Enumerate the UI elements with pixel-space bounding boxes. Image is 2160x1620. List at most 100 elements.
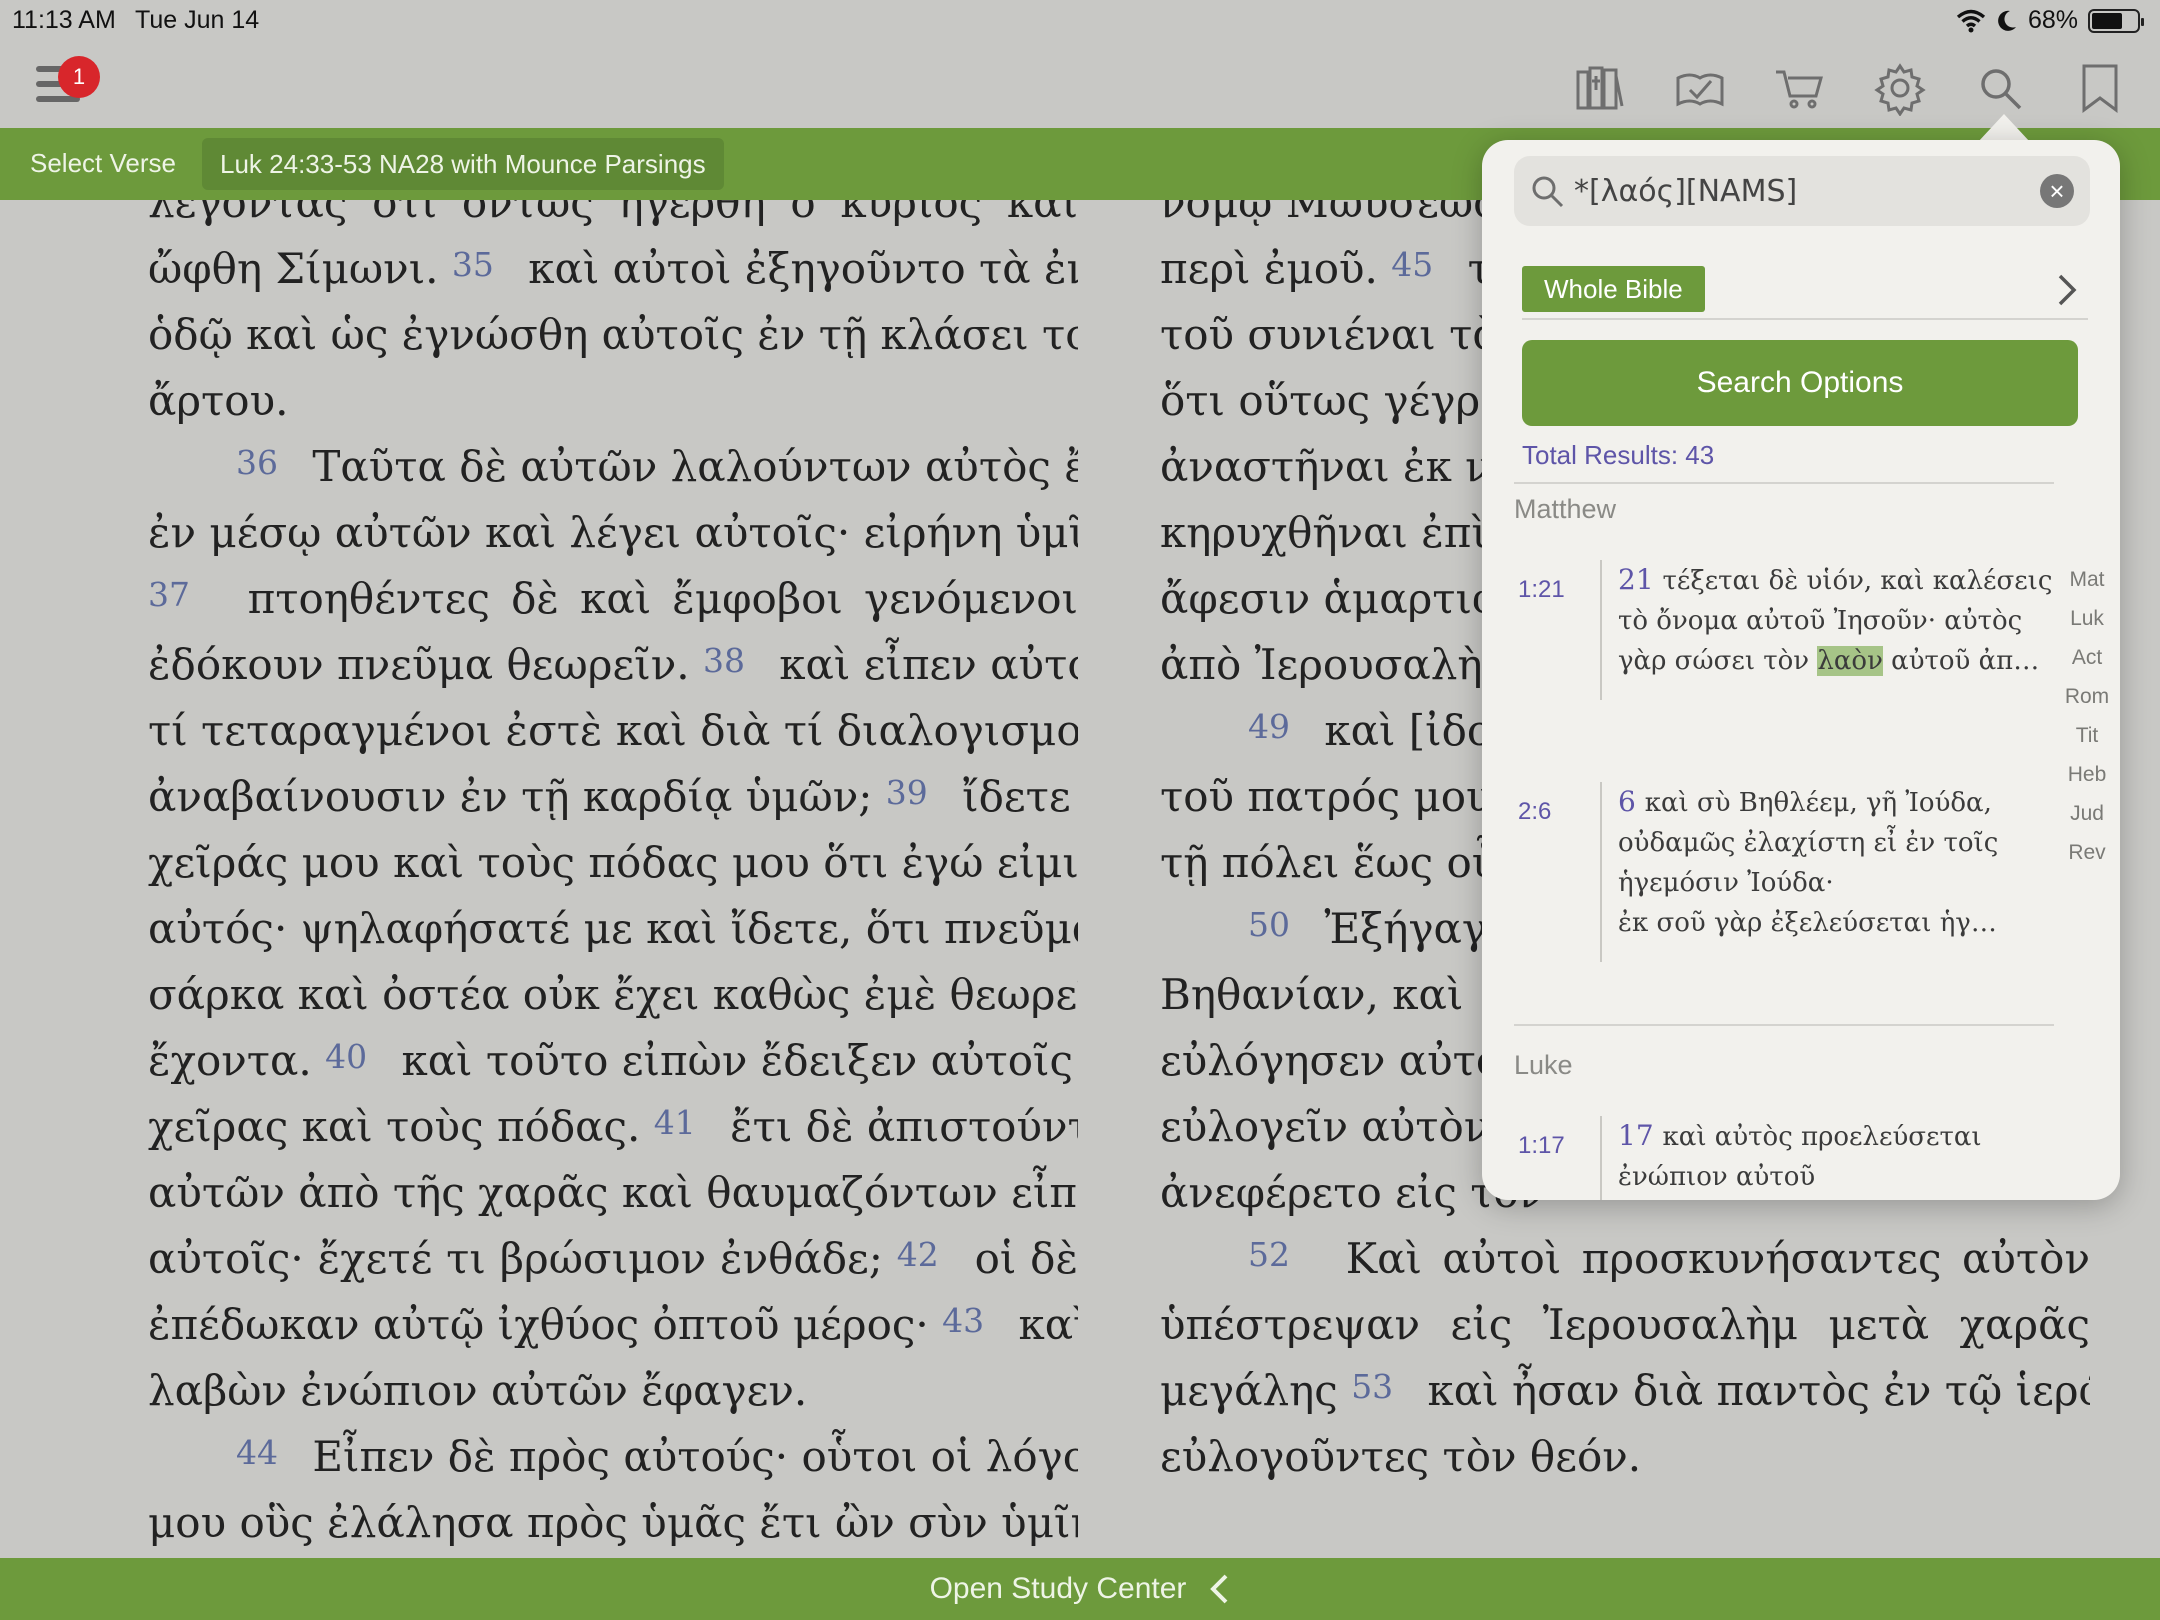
text-line[interactable]: αὐτοῖς· ἔχετέ τι βρώσιμον ἐνθάδε; 42 οἱ …	[148, 1226, 1078, 1292]
select-verse-button[interactable]: Select Verse	[30, 148, 176, 179]
result-text-segment: οὐδαμῶς ἐλαχίστη εἶ ἐν τοῖς	[1618, 828, 1999, 858]
verse-number[interactable]: 45	[1391, 245, 1454, 284]
reference-chip[interactable]: Luk 24:33-53 NA28 with Mounce Parsings	[202, 138, 724, 190]
clear-search-button[interactable]: ×	[2040, 174, 2074, 208]
verse-text: τῇ πόλει ἕως οὗ ἐ	[1160, 838, 1534, 887]
text-line[interactable]: τί τεταραγμένοι ἐστὲ καὶ διὰ τί διαλογισ…	[148, 698, 1078, 764]
result-verse-number: 6	[1618, 785, 1645, 818]
verse-number[interactable]: 49	[1248, 707, 1311, 746]
text-line[interactable]: μεγάλης 53 καὶ ἦσαν διὰ παντὸς ἐν τῷ ἱερ…	[1160, 1358, 2090, 1424]
verse-number[interactable]: 35	[452, 245, 515, 284]
book-index-item[interactable]: Rev	[2060, 833, 2114, 872]
text-line[interactable]: 36 Ταῦτα δὲ αὐτῶν λαλούντων αὐτὸς ἔστη	[148, 434, 1078, 500]
verse-number[interactable]: 50	[1248, 905, 1311, 944]
text-line[interactable]: ἄρτου.	[148, 368, 1078, 434]
moon-icon	[1998, 10, 2016, 31]
book-index-item[interactable]: Luk	[2060, 599, 2114, 638]
notification-badge: 1	[58, 56, 100, 98]
result-verse-number: 17	[1618, 1119, 1663, 1152]
study-center-bar[interactable]: Open Study Center	[0, 1558, 2160, 1620]
result-reference[interactable]: 1:21	[1518, 576, 1565, 604]
verse-text: ἄφεσιν ἁμαρτιῶν	[1160, 574, 1532, 623]
book-index-item[interactable]: Jud	[2060, 794, 2114, 833]
text-line[interactable]: αὐτός· ψηλαφήσατέ με καὶ ἴδετε, ὅτι πνεῦ…	[148, 896, 1078, 962]
text-line[interactable]: αὐτῶν ἀπὸ τῆς χαρᾶς καὶ θαυμαζόντων εἶπε…	[148, 1160, 1078, 1226]
result-reference[interactable]: 2:6	[1518, 798, 1551, 826]
text-line[interactable]: ἀναβαίνουσιν ἐν τῇ καρδίᾳ ὑμῶν; 39 ἴδετε…	[148, 764, 1078, 830]
verse-text: μου οὓς ἐλάλησα πρὸς ὑμᾶς ἔτι ὢν σὺν ὑμῖ…	[148, 1498, 1078, 1547]
text-line[interactable]: ὑπέστρεψαν εἰς Ἰερουσαλὴμ μετὰ χαρᾶς	[1160, 1292, 2090, 1358]
verse-text: καὶ εἶπεν αὐτοῖς·	[779, 640, 1078, 689]
text-line[interactable]: 44 Εἶπεν δὲ πρὸς αὐτούς· οὗτοι οἱ λόγοι	[148, 1424, 1078, 1490]
verse-text: αὐτοῖς· ἔχετέ τι βρώσιμον ἐνθάδε;	[148, 1234, 897, 1283]
section-divider	[1514, 1024, 2054, 1026]
verse-number[interactable]: 52	[1248, 1235, 1325, 1274]
search-result-item[interactable]: 2:6 6 καὶ σὺ Βηθλέεμ, γῆ Ἰούδα, οὐδαμῶς ἐλ…	[1482, 782, 2042, 962]
text-line[interactable]: σάρκα καὶ ὀστέα οὐκ ἔχει καθὼς ἐμὲ θεωρε…	[148, 962, 1078, 1028]
text-line[interactable]: ὁδῷ καὶ ὡς ἐγνώσθη αὐτοῖς ἐν τῇ κλάσει τ…	[148, 302, 1078, 368]
text-line[interactable]: μου οὓς ἐλάλησα πρὸς ὑμᾶς ἔτι ὢν σὺν ὑμῖ…	[148, 1490, 1078, 1556]
verse-number[interactable]: 42	[897, 1235, 961, 1274]
verse-text: εὐλογοῦντες τὸν θεόν.	[1160, 1432, 1642, 1481]
verse-number[interactable]: 37	[148, 575, 227, 614]
verse-text: Εἶπεν δὲ πρὸς αὐτούς· οὗτοι οἱ λόγοι	[298, 1432, 1078, 1481]
search-input[interactable]	[1574, 166, 2014, 216]
chevron-right-icon[interactable]	[2052, 270, 2082, 310]
chevron-left-icon[interactable]	[1208, 1573, 1230, 1605]
cart-icon[interactable]	[1772, 60, 1828, 116]
book-index-item[interactable]: Mat	[2060, 560, 2114, 599]
text-line[interactable]: χεῖράς μου καὶ τοὺς πόδας μου ὅτι ἐγώ εἰ…	[148, 830, 1078, 896]
verse-number[interactable]: 36	[236, 443, 299, 482]
verse-text: μεγάλης	[1160, 1366, 1352, 1415]
verse-text: ἀναστῆναι ἐκ νε	[1160, 442, 1513, 491]
verse-number[interactable]: 41	[654, 1103, 717, 1142]
verse-text: αὐτός· ψηλαφήσατέ με καὶ ἴδετε, ὅτι πνεῦ…	[148, 904, 1078, 953]
verse-text: καὶ	[1018, 1300, 1078, 1349]
text-line[interactable]: ἐπέδωκαν αὐτῷ ἰχθύος ὀπτοῦ μέρος· 43 καὶ	[148, 1292, 1078, 1358]
library-icon[interactable]	[1572, 60, 1628, 116]
verse-number[interactable]: 39	[886, 773, 949, 812]
verse-number[interactable]: 44	[236, 1433, 299, 1472]
book-index-item[interactable]: Rom	[2060, 677, 2114, 716]
text-line[interactable]: λαβὼν ἐνώπιον αὐτῶν ἔφαγεν.	[148, 1358, 1078, 1424]
text-line[interactable]: ἐν μέσῳ αὐτῶν καὶ λέγει αὐτοῖς· εἰρήνη ὑ…	[148, 500, 1078, 566]
gear-icon[interactable]	[1872, 60, 1928, 117]
search-icon[interactable]	[1972, 60, 2028, 116]
text-line[interactable]: εὐλογοῦντες τὸν θεόν.	[1160, 1424, 2090, 1490]
result-text-line: ἐνώπιον αὐτοῦ	[1618, 1157, 2038, 1197]
verse-text: περὶ ἐμοῦ.	[1160, 244, 1392, 293]
book-index-item[interactable]: Tit	[2060, 716, 2114, 755]
open-study-center-label[interactable]: Open Study Center	[930, 1572, 1187, 1606]
text-line[interactable]: ἐδόκουν πνεῦμα θεωρεῖν. 38 καὶ εἶπεν αὐτ…	[148, 632, 1078, 698]
text-line[interactable]: ἔχοντα. 40 καὶ τοῦτο εἰπὼν ἔδειξεν αὐτοῖ…	[148, 1028, 1078, 1094]
status-right: 68%	[1956, 6, 2144, 35]
result-text-segment: γὰρ σώσει τὸν	[1618, 646, 1818, 676]
status-date: Tue Jun 14	[135, 6, 260, 34]
text-line[interactable]: χεῖρας καὶ τοὺς πόδας. 41 ἔτι δὲ ἀπιστού…	[148, 1094, 1078, 1160]
verse-text: ἄρτου.	[148, 376, 289, 425]
text-line[interactable]: 52 Καὶ αὐτοὶ προσκυνήσαντες αὐτὸν	[1160, 1226, 2090, 1292]
verse-text: ἔτι δὲ ἀπιστούντων	[730, 1102, 1078, 1151]
verse-number[interactable]: 53	[1351, 1367, 1414, 1406]
reading-plan-icon[interactable]	[1672, 60, 1728, 116]
verse-number[interactable]: 43	[942, 1301, 1005, 1340]
search-scope-chip[interactable]: Whole Bible	[1522, 266, 1705, 312]
text-line[interactable]: λέγοντας ὅτι ὄντως ἠγέρθη ὁ κύριος καὶ	[148, 200, 1078, 236]
book-index-item[interactable]: Heb	[2060, 755, 2114, 794]
result-text: 6 καὶ σὺ Βηθλέεμ, γῆ Ἰούδα, οὐδαμῶς ἐλαχί…	[1618, 782, 2038, 943]
book-index-item[interactable]: Act	[2060, 638, 2114, 677]
verse-text: τί τεταραγμένοι ἐστὲ καὶ διὰ τί διαλογισ…	[148, 706, 1078, 755]
verse-number[interactable]: 38	[703, 641, 766, 680]
search-result-item[interactable]: 1:21 21 τέξεται δὲ υἱόν, καὶ καλέσεις τὸ ὄ…	[1482, 560, 2052, 700]
search-result-item[interactable]: 1:17 17 καὶ αὐτὸς προελεύσεται ἐνώπιον αὐτ…	[1482, 1116, 2042, 1200]
text-line[interactable]: 37 πτοηθέντες δὲ καὶ ἔμφοβοι γενόμενοι	[148, 566, 1078, 632]
search-scope-row[interactable]: Whole Bible	[1522, 264, 2088, 320]
verse-number[interactable]: 40	[325, 1037, 388, 1076]
bookmark-icon[interactable]	[2072, 60, 2128, 116]
verse-text: οἱ δὲ	[960, 1234, 1078, 1283]
toolbar: 1	[0, 42, 2160, 128]
text-line[interactable]: ὤφθη Σίμωνι. 35 καὶ αὐτοὶ ἐξηγοῦντο τὰ ἐ…	[148, 236, 1078, 302]
verse-text: ἔχοντα.	[148, 1036, 326, 1085]
result-reference[interactable]: 1:17	[1518, 1132, 1565, 1160]
search-options-button[interactable]: Search Options	[1522, 340, 2078, 426]
